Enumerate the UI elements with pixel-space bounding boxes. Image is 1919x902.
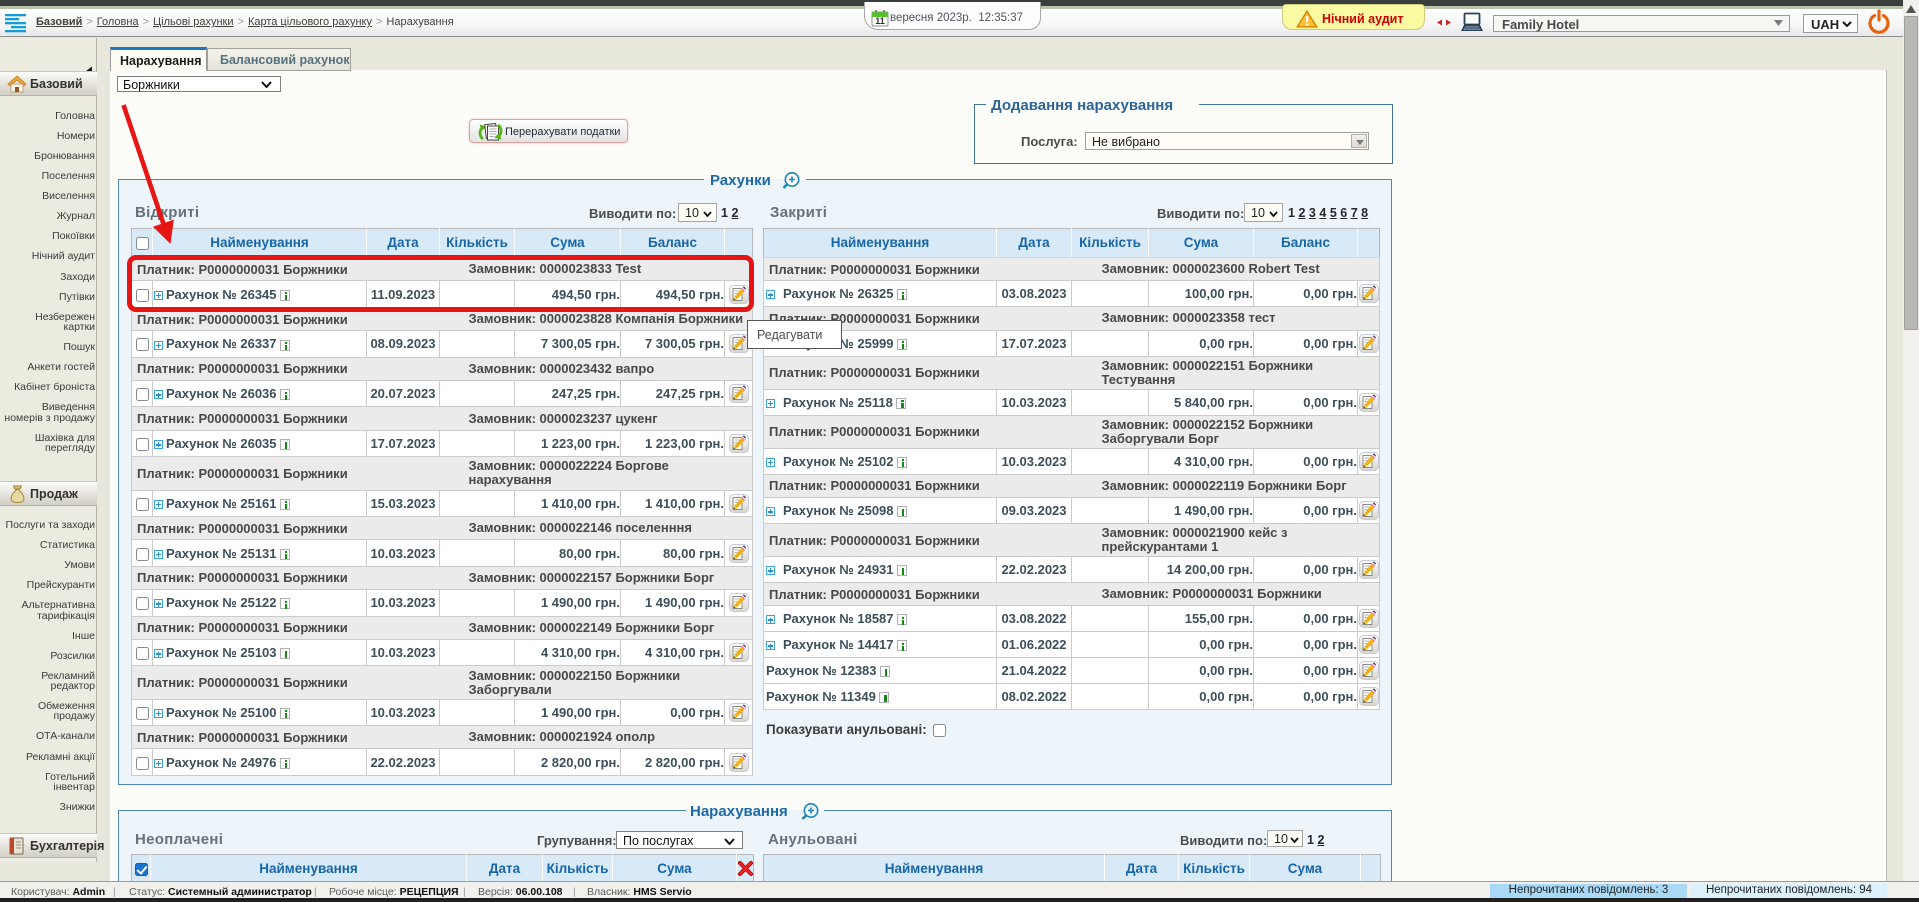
svg-text:11: 11 xyxy=(875,16,885,26)
